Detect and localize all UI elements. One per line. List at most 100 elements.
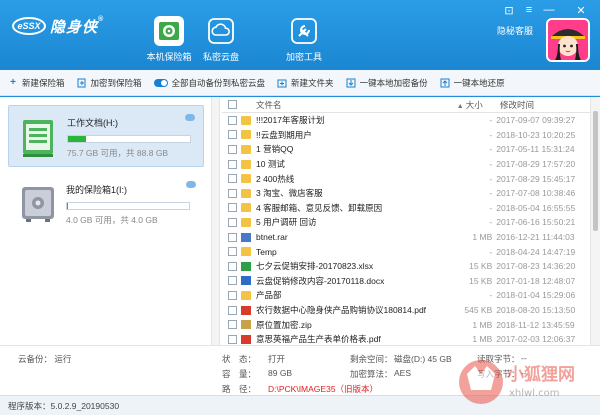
- folder-icon: [241, 290, 251, 300]
- watermark-url: xhlwl.com: [509, 388, 560, 399]
- minimize-button[interactable]: —: [542, 4, 556, 16]
- file-row[interactable]: 2 400热线 -2017-08-29 15:45:17: [222, 171, 590, 186]
- file-name: 农行数据中心隐身侠产品购销协议180814.pdf: [256, 305, 427, 316]
- file-row[interactable]: 5 用户调研 回访 -2017-06-16 15:50:21: [222, 215, 590, 230]
- row-checkbox[interactable]: [228, 320, 237, 330]
- file-date: 2017-05-11 15:31:24: [496, 144, 575, 155]
- file-name: 5 用户调研 回访: [256, 217, 317, 228]
- folder-icon: [241, 144, 251, 154]
- algorithm-value: AES: [394, 368, 412, 378]
- new-vault-button[interactable]: + 新建保险箱: [8, 77, 65, 89]
- file-size: -: [489, 290, 493, 301]
- file-date: 2017-08-23 14:36:20: [496, 261, 576, 272]
- file-row[interactable]: btnet.rar 1 MB 2016-12-21 11:44:03: [222, 230, 590, 245]
- scroll-thumb[interactable]: [593, 111, 598, 231]
- avatar[interactable]: [546, 18, 590, 62]
- row-checkbox[interactable]: [228, 217, 237, 227]
- file-name: 产品部: [256, 290, 282, 301]
- folder-icon: [241, 174, 251, 184]
- file-date: 2017-07-08 10:38:46: [496, 188, 576, 199]
- restore-icon: [440, 78, 450, 88]
- row-checkbox[interactable]: [228, 334, 237, 344]
- file-row[interactable]: 1 营销QQ -2017-05-11 15:31:24: [222, 142, 590, 157]
- row-checkbox[interactable]: [228, 115, 237, 125]
- tab-encrypt-tools[interactable]: 加密工具: [279, 16, 329, 68]
- row-checkbox[interactable]: [228, 290, 237, 300]
- row-checkbox[interactable]: [228, 174, 237, 184]
- file-row[interactable]: 农行数据中心隐身侠产品购销协议180814.pdf 545 KB 2018-08-2…: [222, 303, 590, 318]
- file-size: -: [489, 188, 493, 199]
- file-row[interactable]: 意思英福产品生产表单价格表.pdf 1 MB 2017-02-03 12:06:37: [222, 332, 590, 345]
- path-value[interactable]: D:\PCK\IMAGE35（旧版本）: [268, 383, 378, 395]
- vault-list-scrollbar[interactable]: [212, 97, 220, 345]
- file-row[interactable]: 10 测试 -2017-08-29 17:57:20: [222, 157, 590, 172]
- row-checkbox[interactable]: [228, 261, 237, 271]
- file-row[interactable]: Temp -2018-04-24 14:47:19: [222, 244, 590, 259]
- backup-local-button[interactable]: 一键本地加密备份: [346, 77, 428, 89]
- column-size[interactable]: ▲ 大小: [444, 99, 497, 111]
- row-checkbox[interactable]: [228, 232, 237, 242]
- vault-item-my-vault-1[interactable]: 我的保险箱1(I:) 4.0 GB 可用，共 4.0 GB: [8, 173, 204, 235]
- backup-icon: [346, 78, 356, 88]
- row-checkbox[interactable]: [228, 203, 237, 213]
- service-link[interactable]: 隐秘客服: [497, 24, 533, 37]
- main-area: 工作文档(H:) 75.7 GB 可用，共 88.8 GB 我的保险箱1(I:)…: [0, 97, 600, 345]
- auto-backup-toggle[interactable]: 全部自动备份到私密云盘: [153, 77, 266, 89]
- close-button[interactable]: ✕: [574, 4, 588, 17]
- select-all-checkbox[interactable]: [228, 100, 237, 109]
- row-checkbox[interactable]: [228, 144, 237, 154]
- tab-local-vault[interactable]: 本机保险箱: [144, 16, 194, 68]
- new-folder-button[interactable]: 新建文件夹: [277, 77, 334, 89]
- add-to-vault-button[interactable]: 加密到保险箱: [77, 77, 142, 89]
- file-row[interactable]: 原位置加密.zip 1 MB 2018-11-12 13:45:59: [222, 317, 590, 332]
- auto-backup-label: 全部自动备份到私密云盘: [171, 77, 266, 88]
- file-date: 2017-06-16 15:50:21: [496, 217, 576, 228]
- vault-capacity: 75.7 GB 可用，共 88.8 GB: [67, 148, 169, 158]
- menu-button[interactable]: ≡: [522, 4, 536, 16]
- app-logo: eSSX 隐身侠®: [12, 14, 104, 38]
- row-checkbox[interactable]: [228, 247, 237, 257]
- file-size: -: [489, 217, 493, 228]
- file-row[interactable]: 产品部 -2018-01-04 15:29:06: [222, 288, 590, 303]
- file-row[interactable]: 七夕云促销安排-20170823.xlsx 15 KB 2017-08-23 14:…: [222, 259, 590, 274]
- column-name[interactable]: 文件名: [256, 99, 444, 111]
- cloud-sync-icon: [185, 114, 195, 121]
- file-date: 2018-11-12 13:45:59: [496, 319, 575, 330]
- file-date: 2016-12-21 11:44:03: [496, 232, 575, 243]
- file-list-scrollbar[interactable]: [590, 97, 600, 345]
- row-checkbox[interactable]: [228, 130, 237, 140]
- file-date: 2017-09-07 09:39:27: [496, 115, 576, 126]
- file-row[interactable]: 4 客服邮箱、意见反馈、卸载原因 -2018-05-04 16:55:55: [222, 201, 590, 216]
- vault-name: 我的保险箱1(I:): [66, 185, 128, 195]
- file-row[interactable]: !!云盘到期用户 -2018-10-23 10:20:25: [222, 128, 590, 143]
- logo-text: 隐身侠®: [50, 16, 104, 37]
- new-vault-label: 新建保险箱: [22, 77, 65, 88]
- file-row[interactable]: 3 淘宝、微店客服 -2017-07-08 10:38:46: [222, 186, 590, 201]
- tab-private-cloud[interactable]: 私密云盘: [196, 16, 246, 68]
- row-checkbox[interactable]: [228, 305, 237, 315]
- file-size: 1 MB: [472, 334, 493, 345]
- file-size: 15 KB: [469, 261, 493, 272]
- column-date[interactable]: 修改时间: [496, 99, 590, 111]
- capacity-label: 容 量：: [222, 369, 257, 379]
- vault-usage-fill: [67, 203, 69, 209]
- vault-name: 工作文档(H:): [67, 118, 118, 128]
- file-name: 3 淘宝、微店客服: [256, 188, 323, 199]
- file-row[interactable]: !!!2017年客服计划 -2017-09-07 09:39:27: [222, 113, 590, 128]
- file-date: 2017-08-29 15:45:17: [496, 173, 576, 184]
- row-checkbox[interactable]: [228, 276, 237, 286]
- row-checkbox[interactable]: [228, 188, 237, 198]
- file-name: 七夕云促销安排-20170823.xlsx: [256, 261, 374, 272]
- file-row[interactable]: 云盘促销修改内容-20170118.docx 15 KB 2017-01-18 12…: [222, 274, 590, 289]
- file-name: 意思英福产品生产表单价格表.pdf: [256, 334, 381, 345]
- vault-list: 工作文档(H:) 75.7 GB 可用，共 88.8 GB 我的保险箱1(I:)…: [0, 97, 212, 345]
- state-value: 打开: [268, 354, 286, 364]
- path-label: 路 径：: [222, 384, 257, 394]
- vault-item-work-docs[interactable]: 工作文档(H:) 75.7 GB 可用，共 88.8 GB: [8, 105, 204, 167]
- file-name: 原位置加密.zip: [256, 319, 312, 330]
- restore-local-button[interactable]: 一键本地还原: [440, 77, 505, 89]
- row-checkbox[interactable]: [228, 159, 237, 169]
- add-file-icon: [77, 78, 87, 88]
- skin-button[interactable]: ⊡: [502, 4, 516, 17]
- logo-badge: eSSX: [12, 17, 46, 35]
